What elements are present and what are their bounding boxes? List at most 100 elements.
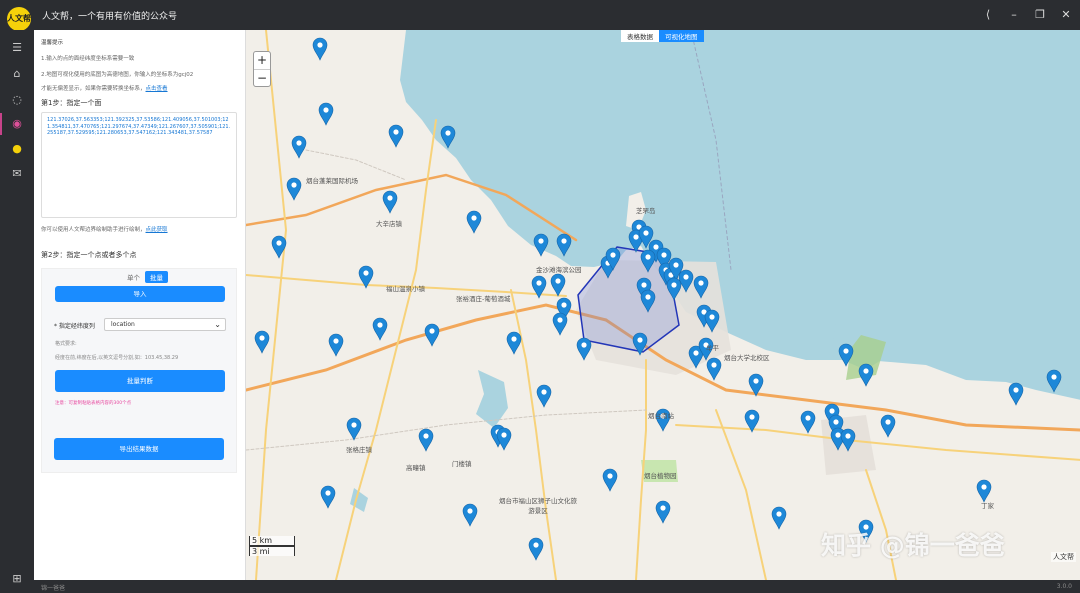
map-credit: 人文帮 bbox=[1051, 552, 1076, 562]
grid-icon[interactable]: ⊞ bbox=[9, 571, 25, 587]
map-marker-icon[interactable] bbox=[320, 485, 336, 509]
map-label-zhanggezhuang: 张格庄镇 bbox=[346, 446, 372, 454]
map-marker-icon[interactable] bbox=[291, 135, 307, 159]
minimize-icon[interactable]: – bbox=[1008, 8, 1020, 21]
map-label-muping: 牟平 bbox=[706, 344, 719, 352]
map-marker-icon[interactable] bbox=[1008, 382, 1024, 406]
map-label-airport: 烟台蓬莱国际机场 bbox=[306, 177, 358, 185]
tip-3-link[interactable]: 点击查看 bbox=[146, 86, 168, 92]
import-button[interactable]: 导入 bbox=[55, 286, 225, 302]
map-marker-icon[interactable] bbox=[382, 190, 398, 214]
mode-tabs: 单个 批量 bbox=[122, 271, 168, 283]
map-marker-icon[interactable] bbox=[552, 312, 568, 336]
map-marker-icon[interactable] bbox=[976, 479, 992, 503]
menu-icon[interactable]: ☰ bbox=[9, 40, 25, 56]
map-marker-icon[interactable] bbox=[506, 331, 522, 355]
column-field-label: * 指定经纬度列 bbox=[54, 323, 95, 330]
footer-author: 锦一爸爸 bbox=[41, 585, 66, 592]
road-s207 bbox=[715, 409, 767, 580]
location-icon[interactable]: ◉ bbox=[9, 116, 25, 132]
title-bar: 人文帮 人文帮，一个有用有价值的公众号 ⟨ – ❐ ✕ bbox=[0, 0, 1080, 31]
user-icon[interactable]: ● bbox=[9, 141, 25, 157]
scale-km: 5 km bbox=[249, 536, 295, 546]
map-canvas[interactable] bbox=[246, 30, 1080, 580]
tab-batch[interactable]: 批量 bbox=[145, 271, 168, 283]
chat-icon[interactable]: ◌ bbox=[9, 92, 25, 108]
app-title: 人文帮，一个有用有价值的公众号 bbox=[42, 12, 178, 22]
map-label-zhifu-island: 芝罘岛 bbox=[636, 207, 656, 215]
map-marker-icon[interactable] bbox=[550, 273, 566, 297]
map-marker-icon[interactable] bbox=[372, 317, 388, 341]
zoom-control: + − bbox=[253, 51, 271, 87]
map-view[interactable]: 烟台蓬莱国际机场 大辛店镇 金沙滩海滨公园 福山温泉小镇 张裕酒庄-葡萄酒城 烟… bbox=[245, 30, 1080, 580]
column-select-value: location bbox=[111, 321, 135, 328]
note-text: 注意：可复制粘贴表格内容的300个点 bbox=[55, 401, 132, 406]
main-content: 温馨提示 1.输入的点的面经纬度坐标系需要一致 2.地图可视化使用的底图为高德地… bbox=[34, 30, 1080, 580]
format-title: 格式要求: bbox=[55, 341, 77, 347]
map-marker-icon[interactable] bbox=[655, 500, 671, 524]
close-icon[interactable]: ✕ bbox=[1060, 8, 1072, 21]
column-select[interactable]: location ⌄ bbox=[104, 318, 226, 331]
map-marker-icon[interactable] bbox=[346, 417, 362, 441]
map-marker-icon[interactable] bbox=[286, 177, 302, 201]
tab-visual-map[interactable]: 可视化地图 bbox=[659, 30, 704, 42]
map-marker-icon[interactable] bbox=[880, 414, 896, 438]
watermark: 知乎 @锦一爸爸 bbox=[821, 531, 1005, 560]
export-button[interactable]: 导出结果数据 bbox=[54, 438, 224, 460]
home-icon[interactable]: ⌂ bbox=[9, 66, 25, 82]
sidebar: ☰ ⌂ ◌ ◉ ● ✉ ⊞ bbox=[0, 30, 34, 593]
map-marker-icon[interactable] bbox=[576, 337, 592, 361]
tab-single[interactable]: 单个 bbox=[122, 271, 145, 283]
polygon-coords-textarea[interactable]: 121.37026,37.563353;121.392325,37.53586;… bbox=[41, 112, 237, 218]
map-marker-icon[interactable] bbox=[328, 333, 344, 357]
map-marker-icon[interactable] bbox=[318, 102, 334, 126]
hint-link[interactable]: 点此获取 bbox=[146, 227, 168, 233]
zoom-in-button[interactable]: + bbox=[254, 52, 270, 69]
format-desc: 经度在前,纬度在后,以英文逗号分割,如：103.45,38.29 bbox=[55, 355, 179, 361]
map-marker-icon[interactable] bbox=[424, 323, 440, 347]
map-label-menlou: 门楼镇 bbox=[452, 460, 472, 468]
map-marker-icon[interactable] bbox=[496, 427, 512, 451]
map-marker-icon[interactable] bbox=[602, 468, 618, 492]
map-tabs: 表格数据 可视化地图 bbox=[621, 30, 704, 42]
reservoir bbox=[476, 370, 508, 428]
map-marker-icon[interactable] bbox=[254, 330, 270, 354]
map-label-gaotuan: 高疃镇 bbox=[406, 464, 426, 472]
road-s209 bbox=[675, 424, 1080, 461]
map-marker-icon[interactable] bbox=[858, 363, 874, 387]
highway-s11 bbox=[246, 303, 608, 392]
map-label-daxindian: 大辛店镇 bbox=[376, 220, 402, 228]
map-marker-icon[interactable] bbox=[312, 37, 328, 61]
tip-2: 2.地图可视化使用的底图为高德地图，你输入的坐标系为gcj02 bbox=[41, 72, 194, 78]
chevron-down-icon: ⌄ bbox=[214, 320, 221, 329]
map-marker-icon[interactable] bbox=[466, 210, 482, 234]
window-controls: ⟨ – ❐ ✕ bbox=[982, 8, 1072, 21]
map-label-jinshatan: 金沙滩海滨公园 bbox=[536, 266, 582, 274]
batch-judge-button[interactable]: 批量判断 bbox=[55, 370, 225, 392]
map-marker-icon[interactable] bbox=[536, 384, 552, 408]
map-marker-icon[interactable] bbox=[706, 357, 722, 381]
map-marker-icon[interactable] bbox=[533, 233, 549, 257]
scale-bar: 5 km 3 mi bbox=[249, 536, 295, 556]
tab-table-data[interactable]: 表格数据 bbox=[621, 30, 659, 42]
app-version: 3.0.0 bbox=[1056, 583, 1072, 590]
map-marker-icon[interactable] bbox=[462, 503, 478, 527]
status-bar: 锦一爸爸 3.0.0 bbox=[34, 580, 1080, 593]
restore-icon[interactable]: ❐ bbox=[1034, 8, 1046, 21]
road-g228 bbox=[255, 30, 288, 580]
zoom-out-button[interactable]: − bbox=[254, 69, 270, 86]
map-marker-icon[interactable] bbox=[528, 537, 544, 561]
step1-title: 第1步：指定一个面 bbox=[41, 99, 102, 107]
share-icon[interactable]: ⟨ bbox=[982, 8, 994, 21]
scale-mi: 3 mi bbox=[249, 546, 295, 556]
map-label-fushan-spa: 福山温泉小镇 bbox=[386, 285, 425, 293]
tip-3: 才能无偏差显示，如果你需要转换坐标系， bbox=[41, 86, 146, 92]
wechat-icon[interactable]: ✉ bbox=[9, 166, 25, 182]
map-marker-icon[interactable] bbox=[418, 428, 434, 452]
map-marker-icon[interactable] bbox=[388, 124, 404, 148]
active-indicator bbox=[0, 113, 2, 135]
map-label-botanical: 烟台植物园 bbox=[644, 472, 677, 480]
map-marker-icon[interactable] bbox=[800, 410, 816, 434]
railway-2 bbox=[246, 409, 647, 451]
map-marker-icon[interactable] bbox=[771, 506, 787, 530]
